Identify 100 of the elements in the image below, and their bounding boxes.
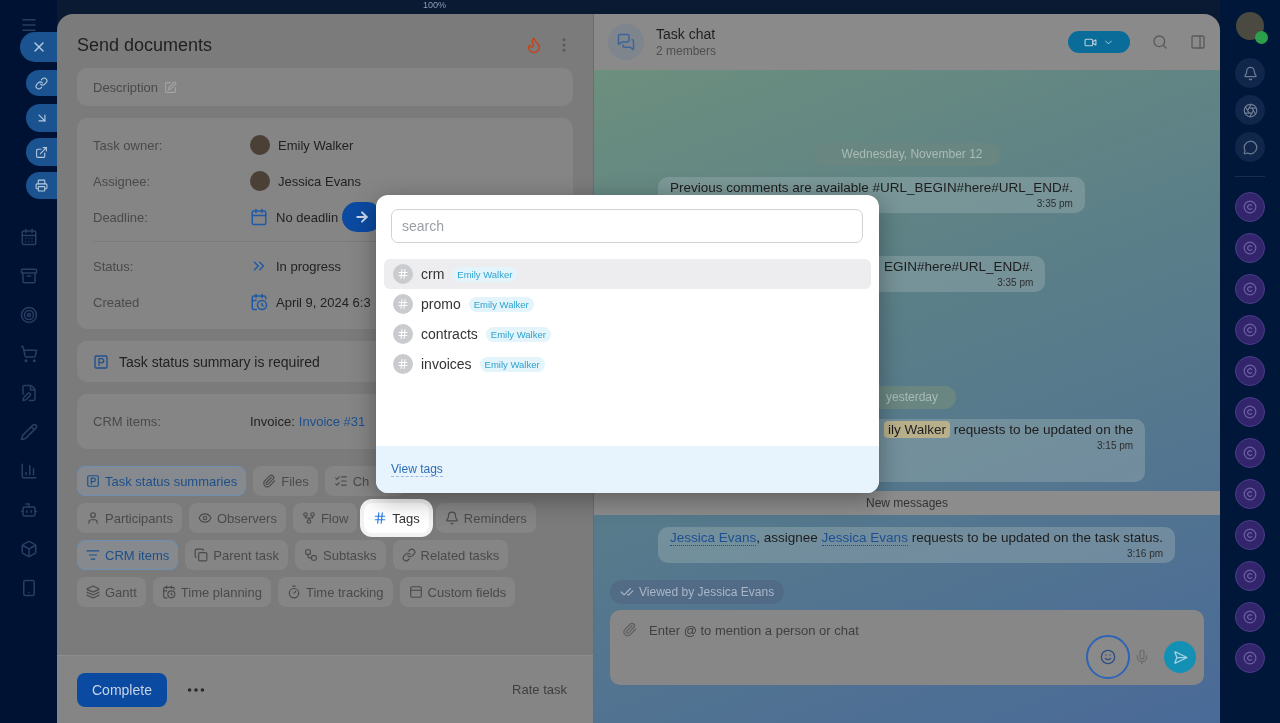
menu-icon[interactable]: [19, 16, 38, 34]
notice-text: Task status summary is required: [119, 353, 320, 370]
circled-c-icon: [1243, 651, 1257, 665]
app-circle-button[interactable]: [1235, 438, 1265, 468]
calendar-clock-icon: [250, 293, 268, 311]
block-chip[interactable]: Reminders: [435, 503, 536, 533]
app-circle-button[interactable]: [1235, 356, 1265, 386]
block-chip[interactable]: Participants: [77, 503, 182, 533]
eye-icon: [197, 511, 212, 525]
tag-item[interactable]: contracts Emily Walker: [384, 319, 871, 349]
app-circle-button[interactable]: [1235, 274, 1265, 304]
author-label: Emily Walker: [485, 326, 551, 342]
app-circle-button[interactable]: [1235, 479, 1265, 509]
printer-icon: [35, 179, 48, 192]
document-pen-icon[interactable]: [19, 384, 38, 402]
circled-c-icon: [1243, 241, 1257, 255]
close-button[interactable]: [20, 32, 57, 62]
field-value: In progress: [276, 258, 342, 274]
pencil-icon[interactable]: [19, 423, 38, 441]
search-icon[interactable]: [1152, 34, 1168, 50]
author-label: Emily Walker: [479, 356, 545, 372]
field-label: CRM items:: [93, 414, 162, 429]
block-chip[interactable]: Gantt: [77, 577, 146, 607]
calendar-icon[interactable]: [19, 228, 38, 246]
block-chip[interactable]: Parent task: [185, 540, 289, 570]
tag-item[interactable]: promo Emily Walker: [384, 289, 871, 319]
paperclip-icon: [262, 474, 277, 488]
chat-title: Task chat: [656, 26, 717, 42]
app-circle-button[interactable]: [1235, 643, 1265, 673]
tag-name: promo: [421, 296, 461, 312]
play-badge: [1255, 31, 1268, 44]
block-chip[interactable]: Related tasks: [392, 540, 509, 570]
arrow-down-right-button[interactable]: [26, 104, 57, 132]
app-circle-button[interactable]: [1235, 520, 1265, 550]
round-button[interactable]: [1235, 95, 1265, 125]
block-chip[interactable]: Flow: [292, 503, 358, 533]
app-circle-button[interactable]: [1235, 397, 1265, 427]
block-chip[interactable]: Files: [253, 466, 318, 496]
video-call-button[interactable]: [1068, 31, 1130, 53]
link-icon: [401, 548, 416, 562]
robot-icon[interactable]: [19, 501, 38, 519]
block-chip[interactable]: Task status summaries: [77, 466, 247, 496]
view-tags-link[interactable]: View tags: [391, 462, 443, 477]
app-circle-button[interactable]: [1235, 602, 1265, 632]
bell-icon: [444, 511, 459, 525]
box-icon[interactable]: [19, 540, 38, 558]
tag-item[interactable]: crm Emily Walker: [384, 259, 871, 289]
link-button[interactable]: [26, 70, 57, 96]
message-time: 3:15 pm: [1097, 440, 1134, 451]
circled-c-icon: [1243, 282, 1257, 296]
app-circle-button[interactable]: [1235, 561, 1265, 591]
app-circle-button[interactable]: [1235, 315, 1265, 345]
tag-name: invoices: [421, 356, 472, 372]
fork-icon: [301, 511, 316, 525]
mention-link[interactable]: Jessica Evans: [821, 530, 908, 546]
circled-c-icon: [1243, 446, 1257, 460]
circled-c-icon: [1243, 569, 1257, 583]
block-chip[interactable]: Subtasks: [295, 540, 386, 570]
archive-icon[interactable]: [19, 267, 38, 285]
message-input[interactable]: Enter @ to mention a person or chat: [647, 622, 1192, 639]
block-chip[interactable]: CRM items: [77, 540, 179, 570]
message-text: Jessica Evans, assignee Jessica Evans requests to be updated on the task status.: [670, 530, 1164, 546]
message-text: EGIN#here#URL_END#.: [884, 259, 1034, 275]
filter-icon: [86, 548, 100, 562]
task-title: Send documents: [77, 34, 214, 56]
complete-button[interactable]: Complete: [77, 672, 167, 707]
search-field[interactable]: search: [391, 209, 863, 243]
viewed-label: Viewed by Jessica Evans: [639, 585, 775, 599]
smiley-icon: [1100, 649, 1116, 665]
target-icon[interactable]: [19, 306, 38, 324]
copy-icon: [194, 548, 209, 562]
block-chip[interactable]: Observers: [188, 503, 286, 533]
zoom-level: 100%: [423, 0, 447, 11]
block-chip[interactable]: Time tracking: [278, 577, 393, 607]
bell-icon: [1242, 65, 1258, 81]
printer-button[interactable]: [26, 172, 57, 199]
block-chip[interactable]: Time planning: [152, 577, 271, 607]
author-label: Emily Walker: [468, 296, 534, 312]
circled-c-icon: [1243, 528, 1257, 542]
app-circle-button[interactable]: [1235, 233, 1265, 263]
app-circle-button[interactable]: [1235, 192, 1265, 222]
emoji-button[interactable]: [1086, 635, 1130, 679]
invoice-link[interactable]: Invoice #31: [298, 414, 366, 429]
tag-name: crm: [421, 266, 445, 282]
field-label: Assignee:: [93, 173, 152, 189]
round-button[interactable]: [1235, 132, 1265, 162]
external-link-button[interactable]: [26, 138, 57, 166]
cart-icon[interactable]: [19, 345, 38, 363]
person-icon: [86, 511, 100, 525]
tag-item[interactable]: invoices Emily Walker: [384, 349, 871, 379]
notifications-button[interactable]: [1235, 58, 1265, 88]
circled-c-icon: [1243, 487, 1257, 501]
flame-icon: [525, 36, 543, 54]
send-button[interactable]: [1164, 641, 1196, 673]
block-chip[interactable]: Custom fields: [399, 577, 516, 607]
paperclip-icon[interactable]: [622, 622, 637, 637]
rate-task-button[interactable]: Rate task: [506, 681, 573, 698]
bar-chart-icon[interactable]: [19, 462, 38, 480]
side-panel-icon[interactable]: [1190, 34, 1206, 50]
description-field[interactable]: Description: [77, 68, 573, 106]
